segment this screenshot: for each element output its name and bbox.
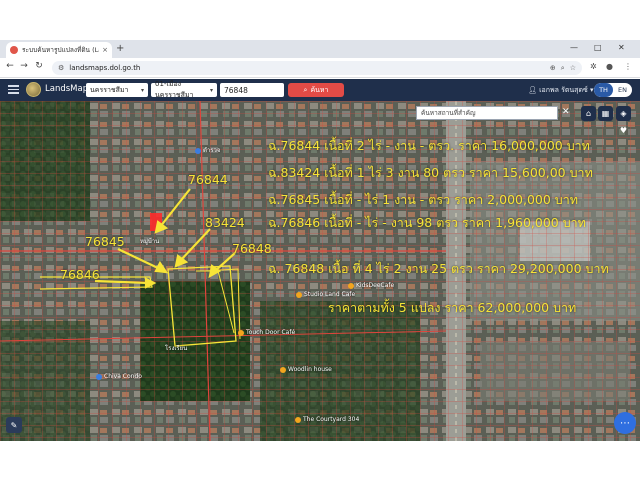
poi-icon [280,366,286,373]
poi-label: โรงเรียน [165,345,188,352]
building-icon [96,373,102,380]
annotation-76845: ฉ.76845 เนื้อที่ - ไร่ 1 งาน - ตรว ราคา … [268,192,578,207]
browser-tabstrip: ระบบค้นหารูปแปลงที่ดิน (LandsMaps) × + —… [0,40,640,58]
annotation-76846: ฉ.76846 เนื้อที่ - ไร่ - งาน 98 ตรว ราคา… [268,215,586,230]
address-bar[interactable]: ⚙ landsmaps.dol.go.th ⊕ ⌕ ☆ [52,61,582,75]
district-value: 01-เมืองนครราชสีมา [155,80,194,99]
search-button-label: ค้นหา [310,85,329,94]
poi-chiva-condo[interactable]: Chiva Condo [96,373,142,380]
poi-studio-land-cafe[interactable]: Studio Land Cafe [296,291,355,298]
user-name[interactable]: 👤︎ เอกพล รัตนสุดซ์ ▾ [528,85,594,96]
more-options-button[interactable]: ⋯ [614,412,636,434]
poi-label: The Courtyard 304 [303,416,360,423]
poi-courtyard[interactable]: The Courtyard 304 [295,416,359,423]
language-toggle[interactable]: TH EN [594,83,632,97]
heart-icon[interactable]: ♥ [616,123,631,138]
place-search-input[interactable]: ค้นหาสถานที่สำคัญ [416,106,558,120]
url-text: landsmaps.dol.go.th [69,64,141,72]
annotation-83424: ฉ.83424 เนื้อที่ 1 ไร่ 3 งาน 80 ตรว ราคา… [268,165,593,180]
poi-label: หมู่บ้าน [140,238,160,245]
translate-icon[interactable]: ⊕ [550,64,556,72]
poi-label: Woodlin house [288,366,332,373]
hamburger-menu-icon[interactable] [8,85,19,94]
dol-logo [26,82,41,97]
profile-icon[interactable]: ● [606,62,613,71]
browser-menu-icon[interactable]: ⋮ [624,62,632,71]
reload-icon[interactable]: ↻ [33,61,45,71]
province-value: นครราชสีมา [90,85,129,94]
layers-icon[interactable]: ◈ [616,106,631,121]
maximize-icon[interactable]: □ [594,43,602,52]
poi-label: Studio Land Cafe [304,291,356,298]
map-pin-icon [10,46,18,54]
parcel-label-76844: 76844 [188,172,228,187]
new-tab-button[interactable]: + [116,43,124,55]
parcel-number-value: 76848 [224,85,248,95]
parcel-label-76848: 76848 [232,241,272,256]
zoom-icon[interactable]: ⌕ [561,64,565,73]
forward-icon[interactable]: → [18,61,30,71]
chevron-down-icon: ▾ [589,86,594,94]
parcel-label-76846: 76846 [60,267,100,282]
user-name-text: เอกพล รัตนสุดซ์ [539,86,588,94]
bottom-margin [0,441,640,480]
tab-title: ระบบค้นหารูปแปลงที่ดิน (LandsMaps) [22,46,99,54]
close-tab-icon[interactable]: × [102,46,108,54]
parcel-label-76845: 76845 [85,234,125,249]
poi-label: KidsDeeCafe [356,282,395,289]
annotation-76844: ฉ.76844 เนื้อที่ 2 ไร่ - งาน - ตรว. ราคา… [268,138,590,153]
browser-toolbar: ← → ↻ ⚙ landsmaps.dol.go.th ⊕ ⌕ ☆ ✲ ● ⋮ [0,58,640,78]
window-close-icon[interactable]: ✕ [618,43,625,52]
poi-school[interactable]: โรงเรียน [165,343,187,353]
back-icon[interactable]: ← [4,61,16,71]
minimize-icon[interactable]: — [570,43,578,52]
lang-en[interactable]: EN [613,83,632,97]
annotation-76848: ฉ. 76848 เนื้อ ที่ 4 ไร่ 2 งาน 25 ตรว รา… [268,261,609,276]
home-icon[interactable]: ⌂ [581,106,596,121]
chevron-down-icon: ▾ [140,86,144,94]
browser-tab[interactable]: ระบบค้นหารูปแปลงที่ดิน (LandsMaps) × [6,42,112,58]
district-select[interactable]: 01-เมืองนครราชสีมา ▾ [151,80,217,99]
cafe-icon [348,282,354,289]
poi-label: Chiva Condo [104,373,142,380]
place-search-placeholder: ค้นหาสถานที่สำคัญ [421,109,476,117]
close-search-icon[interactable]: ✕ [562,107,570,117]
extensions-icon[interactable]: ✲ [590,62,597,71]
chevron-down-icon: ▾ [209,86,213,94]
search-icon: ⌕ [303,85,308,94]
poi-icon [295,416,301,423]
search-button[interactable]: ⌕ ค้นหา [288,83,344,97]
annotation-total: ราคาตามทั้ง 5 แปลง ราคา 62,000,000 บาท [328,300,577,315]
province-select[interactable]: นครราชสีมา ▾ [86,83,148,97]
police-icon [195,147,201,154]
cafe-icon [296,291,302,298]
poi-village[interactable]: หมู่บ้าน [140,236,159,246]
poi-woodlin-house[interactable]: Woodlin house [280,366,332,373]
top-margin [0,0,640,40]
site-info-icon[interactable]: ⚙ [58,64,64,72]
parcel-number-input[interactable]: 76848 [220,83,284,97]
parcel-label-83424: 83424 [205,215,245,230]
map-view[interactable]: ค้นหาสถานที่สำคัญ ✕ ⌂ ▦ ◈ ♥ ฉ.76844 เนื้… [0,101,640,441]
bookmark-star-icon[interactable]: ☆ [570,64,576,72]
user-icon: 👤︎ [528,86,537,94]
measure-tool-icon[interactable]: ✎ [6,417,22,433]
poi-kidsdee-cafe[interactable]: KidsDeeCafe [348,282,394,289]
poi-label: ตำรวจ [203,147,221,154]
poi-label: Touch Door Café [246,329,296,336]
poi-police[interactable]: ตำรวจ [195,145,220,155]
page: ระบบค้นหารูปแปลงที่ดิน (LandsMaps) × + —… [0,0,640,480]
poi-touch-door-cafe[interactable]: Touch Door Café [238,329,295,336]
lang-th[interactable]: TH [594,83,613,97]
app-header: LandsMaps นครราชสีมา ▾ 01-เมืองนครราชสีม… [0,79,640,101]
table-icon[interactable]: ▦ [598,106,613,121]
cafe-icon [238,329,244,336]
